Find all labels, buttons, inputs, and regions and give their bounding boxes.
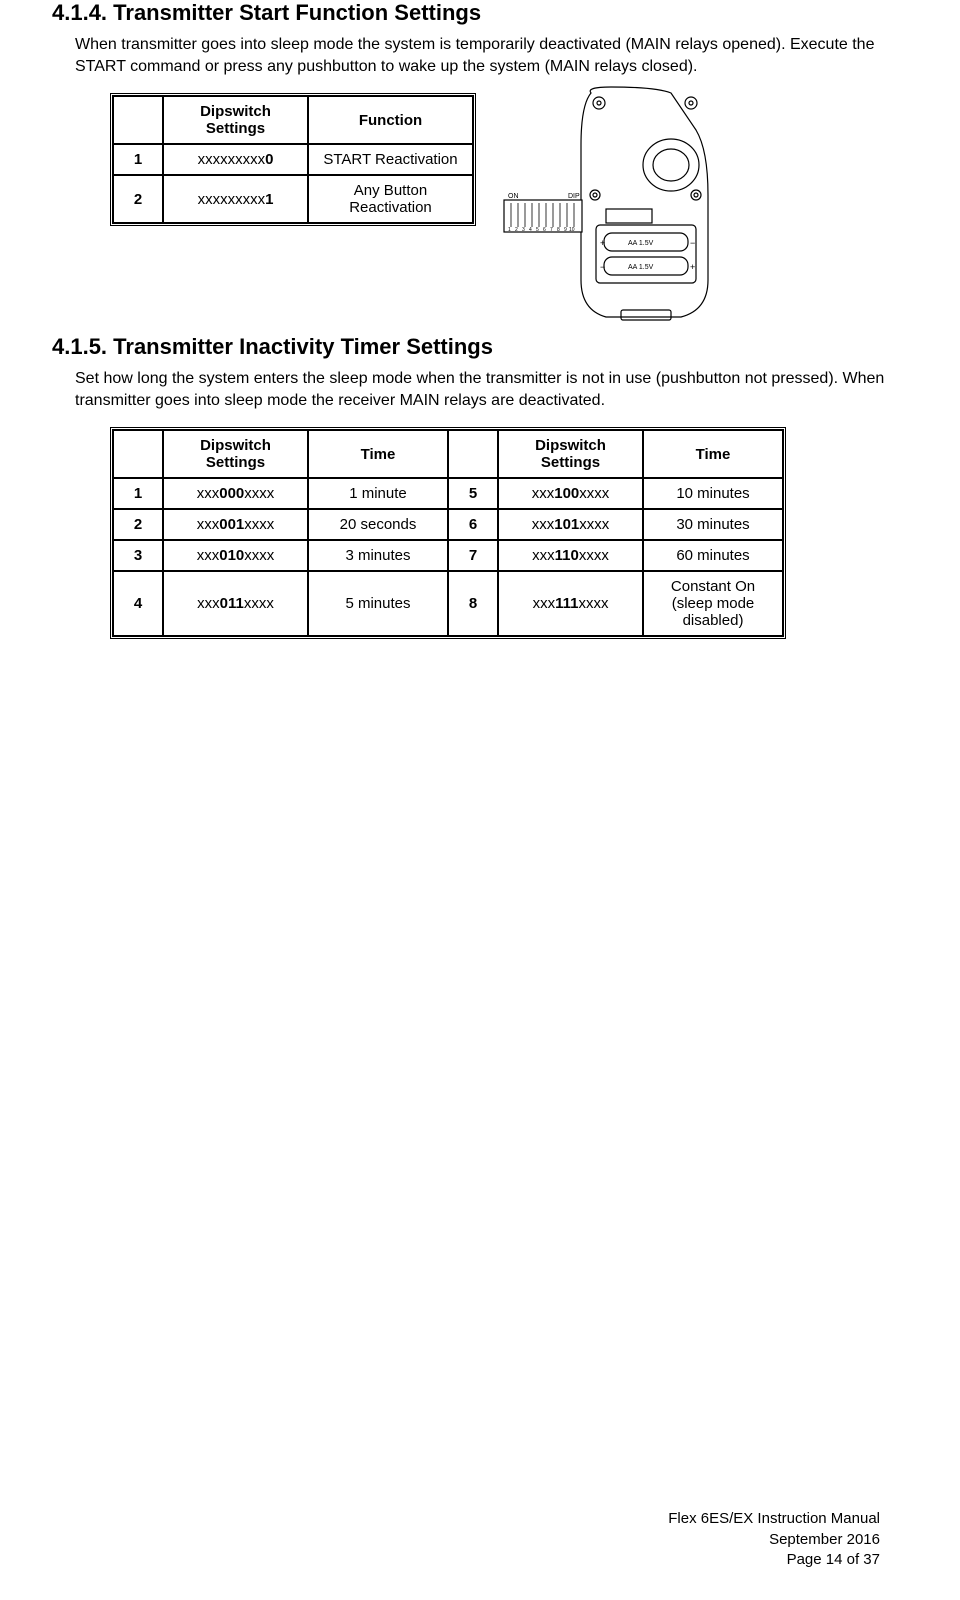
row-number: 6 <box>448 509 498 540</box>
function-value: Any Button Reactivation <box>308 175 473 223</box>
dip-setting: xxx110xxxx <box>498 540 643 571</box>
start-function-table: Dipswitch Settings Function 1 xxxxxxxxx0… <box>110 93 476 226</box>
table-header-dip: Dipswitch Settings <box>163 96 308 144</box>
dip-setting: xxx100xxxx <box>498 478 643 509</box>
row-number: 2 <box>113 509 163 540</box>
svg-text:7: 7 <box>550 227 553 233</box>
svg-text:+: + <box>600 238 605 248</box>
svg-text:AA 1.5V: AA 1.5V <box>628 264 654 271</box>
svg-text:4: 4 <box>529 227 532 233</box>
time-value: 5 minutes <box>308 571 448 636</box>
table-header-dip: Dipswitch Settings <box>498 430 643 478</box>
dip-setting: xxx000xxxx <box>163 478 308 509</box>
svg-text:10: 10 <box>569 227 575 233</box>
table-row: 2 xxx001xxxx 20 seconds 6 xxx101xxxx 30 … <box>113 509 783 540</box>
time-value: 60 minutes <box>643 540 783 571</box>
dip-setting: xxx010xxxx <box>163 540 308 571</box>
row-number: 1 <box>113 144 163 175</box>
time-value: 30 minutes <box>643 509 783 540</box>
time-value: 20 seconds <box>308 509 448 540</box>
row-number: 5 <box>448 478 498 509</box>
svg-text:ON: ON <box>508 193 519 200</box>
svg-text:AA 1.5V: AA 1.5V <box>628 240 654 247</box>
footer-title: Flex 6ES/EX Instruction Manual <box>668 1509 880 1529</box>
section-414-heading: 4.1.4. Transmitter Start Function Settin… <box>52 0 900 26</box>
table-row: 1 xxxxxxxxx0 START Reactivation <box>113 144 473 175</box>
row-number: 1 <box>113 478 163 509</box>
time-value: 10 minutes <box>643 478 783 509</box>
dip-setting: xxxxxxxxx1 <box>163 175 308 223</box>
svg-text:9: 9 <box>564 227 567 233</box>
section-414-body: When transmitter goes into sleep mode th… <box>75 34 900 77</box>
table-header-blank <box>113 96 163 144</box>
transmitter-diagram: + − − + <box>496 85 726 330</box>
svg-text:3: 3 <box>522 227 525 233</box>
dip-setting: xxx001xxxx <box>163 509 308 540</box>
table-header-blank <box>113 430 163 478</box>
inactivity-timer-table: Dipswitch Settings Time Dipswitch Settin… <box>110 427 786 639</box>
table-header-blank <box>448 430 498 478</box>
svg-text:DIP: DIP <box>568 193 580 200</box>
row-number: 3 <box>113 540 163 571</box>
svg-text:6: 6 <box>543 227 546 233</box>
time-value: 1 minute <box>308 478 448 509</box>
dip-setting: xxxxxxxxx0 <box>163 144 308 175</box>
table-row: 3 xxx010xxxx 3 minutes 7 xxx110xxxx 60 m… <box>113 540 783 571</box>
svg-text:−: − <box>600 262 605 272</box>
section-415-body: Set how long the system enters the sleep… <box>75 368 900 411</box>
table-header-time: Time <box>643 430 783 478</box>
function-value: START Reactivation <box>308 144 473 175</box>
svg-text:2: 2 <box>515 227 518 233</box>
row-number: 8 <box>448 571 498 636</box>
dip-setting: xxx011xxxx <box>163 571 308 636</box>
dip-setting: xxx101xxxx <box>498 509 643 540</box>
svg-text:+: + <box>690 262 695 272</box>
table-row: 4 xxx011xxxx 5 minutes 8 xxx111xxxx Cons… <box>113 571 783 636</box>
section-415-heading: 4.1.5. Transmitter Inactivity Timer Sett… <box>52 334 900 360</box>
table-header-dip: Dipswitch Settings <box>163 430 308 478</box>
table-row: 1 xxx000xxxx 1 minute 5 xxx100xxxx 10 mi… <box>113 478 783 509</box>
page-footer: Flex 6ES/EX Instruction Manual September… <box>668 1509 880 1570</box>
row-number: 7 <box>448 540 498 571</box>
table-header-function: Function <box>308 96 473 144</box>
svg-text:1: 1 <box>508 227 511 233</box>
svg-text:−: − <box>690 238 695 248</box>
row-number: 4 <box>113 571 163 636</box>
footer-page: Page 14 of 37 <box>668 1550 880 1570</box>
table-row: 2 xxxxxxxxx1 Any Button Reactivation <box>113 175 473 223</box>
time-value: 3 minutes <box>308 540 448 571</box>
svg-text:5: 5 <box>536 227 539 233</box>
footer-date: September 2016 <box>668 1530 880 1550</box>
row-number: 2 <box>113 175 163 223</box>
dip-setting: xxx111xxxx <box>498 571 643 636</box>
table-header-time: Time <box>308 430 448 478</box>
time-value: Constant On (sleep mode disabled) <box>643 571 783 636</box>
svg-text:8: 8 <box>557 227 560 233</box>
